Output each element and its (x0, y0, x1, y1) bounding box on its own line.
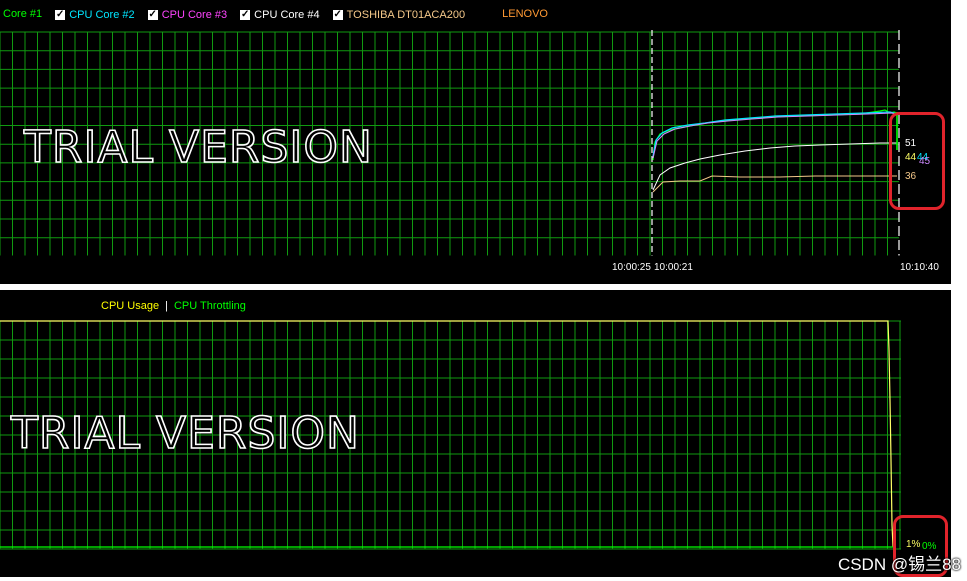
trial-version-watermark: TRIAL VERSION (23, 121, 373, 174)
time-label-end: 10:10:40 (900, 262, 939, 273)
usage-graph-panel: CPU Usage | CPU Throttling TRIAL VERSION 1… (0, 290, 951, 577)
highlight-box (889, 112, 945, 210)
time-label-start: 10:00:25 (612, 262, 651, 273)
trial-version-watermark: TRIAL VERSION (10, 407, 360, 460)
csdn-watermark: CSDN @锡兰88 (837, 555, 961, 574)
sensor-graph-panel: Core #1 ✓ CPU Core #2 ✓ CPU Core #3 ✓ CP… (0, 0, 951, 284)
time-label-mid: 10:00:21 (654, 262, 693, 273)
